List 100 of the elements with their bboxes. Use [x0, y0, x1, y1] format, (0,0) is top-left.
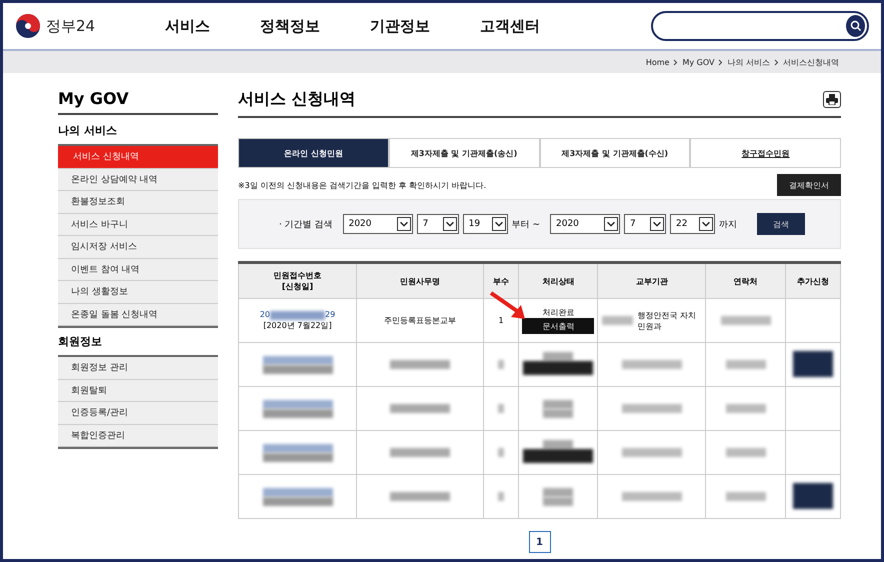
chevron-icon: [774, 58, 779, 66]
sidebar-item[interactable]: 서비스 바구니: [58, 214, 218, 236]
search-label: · 기간별 검색: [279, 218, 333, 230]
redacted-text: [622, 448, 682, 458]
sidebar-item[interactable]: 온라인 상담예약 내역: [58, 168, 218, 191]
sidebar-item[interactable]: 임시저장 서비스: [58, 236, 218, 258]
chevron-icon: [673, 58, 678, 66]
range-label: 부터 ~: [512, 218, 540, 230]
section-title: 회원정보: [58, 334, 103, 349]
column-header: 연락처: [706, 262, 786, 298]
page-button[interactable]: 1: [528, 531, 550, 553]
sidebar-item[interactable]: 인증등록/관리: [58, 402, 218, 424]
dropdown[interactable]: 22: [670, 214, 715, 234]
dropdown[interactable]: 7: [416, 214, 459, 234]
redacted-text: [622, 404, 682, 414]
redacted-text: [720, 316, 771, 326]
notice-text: ※3일 이전의 신청내용은 검색기간을 입력한 후 확인하시기 바랍니다.: [238, 180, 486, 190]
redacted-button[interactable]: [793, 350, 834, 376]
print-document-button[interactable]: 문서출력: [522, 318, 594, 334]
redacted-text: [270, 310, 326, 320]
redacted-text: [262, 488, 333, 496]
redacted-text: [262, 356, 333, 364]
redacted-text: [262, 400, 333, 408]
caret-icon: [492, 217, 506, 231]
column-header: 민원접수번호 [신청일]: [238, 262, 357, 298]
redacted-text: [390, 448, 450, 458]
sidebar-item[interactable]: 회원정보 관리: [58, 357, 218, 380]
dropdown[interactable]: 2020: [550, 214, 620, 234]
caret-icon: [650, 217, 664, 231]
redacted-button[interactable]: [523, 361, 594, 376]
sidebar-item[interactable]: 나의 생활정보: [58, 281, 218, 304]
tab[interactable]: 온라인 신청민원: [238, 138, 389, 168]
redacted-text: [543, 352, 574, 362]
breadcrumb-link[interactable]: Home: [646, 58, 670, 66]
redacted-button[interactable]: [523, 449, 594, 464]
search-icon: [850, 20, 862, 32]
status-text: 처리완료: [541, 307, 576, 318]
nav-link[interactable]: 고객센터: [480, 16, 540, 36]
chevron-icon: [718, 58, 724, 66]
arrow-icon: [489, 291, 528, 321]
tab[interactable]: 제3자제출 및 기관제출(송신): [388, 138, 540, 168]
breadcrumb-link[interactable]: 나의 서비스: [727, 56, 770, 68]
breadcrumb-link[interactable]: My GOV: [682, 58, 714, 66]
printer-icon: [826, 94, 838, 105]
redacted-text: [498, 448, 504, 458]
redacted-text: [543, 440, 574, 450]
page-title: 서비스 신청내역: [238, 89, 356, 110]
section-title: 나의 서비스: [58, 123, 118, 138]
dropdown[interactable]: 7: [624, 214, 666, 234]
dropdown[interactable]: 2020: [342, 214, 413, 234]
date-text: [2020년 7월22일]: [262, 320, 333, 331]
redacted-text: [726, 360, 766, 370]
column-header: 교부기관: [598, 262, 706, 298]
table-cell-text: 주민등록표등본교부: [382, 315, 457, 326]
receipt-number[interactable]: 20 29: [240, 310, 356, 320]
redacted-text: [498, 360, 504, 370]
logo-icon: [15, 13, 41, 39]
search-button[interactable]: 검색: [757, 213, 805, 235]
redacted-text: [726, 492, 766, 502]
tab[interactable]: 제3자제출 및 기관제출(수신): [540, 138, 690, 168]
caret-icon: [604, 217, 618, 231]
redacted-text: [726, 448, 766, 458]
column-header: 처리상태: [518, 262, 598, 298]
range-label: 까지: [719, 218, 737, 230]
dropdown[interactable]: 19: [462, 214, 508, 234]
logo-text[interactable]: 정부24: [46, 16, 96, 36]
sidebar-item[interactable]: 복합인증관리: [58, 424, 218, 447]
redacted-text: [262, 444, 333, 452]
payment-button[interactable]: 결제확인서: [777, 174, 841, 196]
redacted-text: [602, 316, 634, 325]
sidebar-title: My GOV: [58, 89, 218, 115]
redacted-text: [622, 492, 682, 502]
redacted-text: [543, 488, 574, 496]
column-header: 민원사무명: [356, 262, 484, 298]
nav-link[interactable]: 서비스: [165, 16, 210, 36]
sidebar-item[interactable]: 서비스 신청내역: [58, 146, 218, 168]
sidebar-item[interactable]: 환불정보조회: [58, 191, 218, 214]
redacted-text: [498, 492, 504, 502]
column-header: 추가신청: [786, 262, 840, 298]
sidebar-item[interactable]: 회원탈퇴: [58, 380, 218, 402]
tab[interactable]: 창구접수민원: [690, 138, 841, 168]
nav-link[interactable]: 기관정보: [370, 16, 430, 36]
column-header: 부수: [483, 262, 519, 298]
search-button[interactable]: [846, 15, 865, 37]
redacted-text: [498, 404, 504, 414]
breadcrumb-link[interactable]: 서비스신청내역: [783, 56, 839, 68]
sidebar-item[interactable]: 온종일 돌봄 신청내역: [58, 304, 218, 326]
table-cell-text: 행정안전국 자치민원과: [637, 310, 697, 332]
redacted-button[interactable]: [793, 482, 834, 508]
caret-icon: [396, 217, 411, 231]
redacted-text: [390, 404, 450, 414]
sidebar-item[interactable]: 이벤트 참여 내역: [58, 258, 218, 281]
nav-link[interactable]: 정책정보: [260, 16, 320, 36]
print-button[interactable]: [823, 91, 841, 108]
redacted-text: [390, 360, 450, 370]
table-cell-text: 1: [497, 316, 505, 325]
search-field[interactable]: [651, 11, 869, 41]
redacted-text: [390, 492, 450, 502]
caret-icon: [699, 217, 713, 231]
redacted-text: [726, 404, 766, 414]
